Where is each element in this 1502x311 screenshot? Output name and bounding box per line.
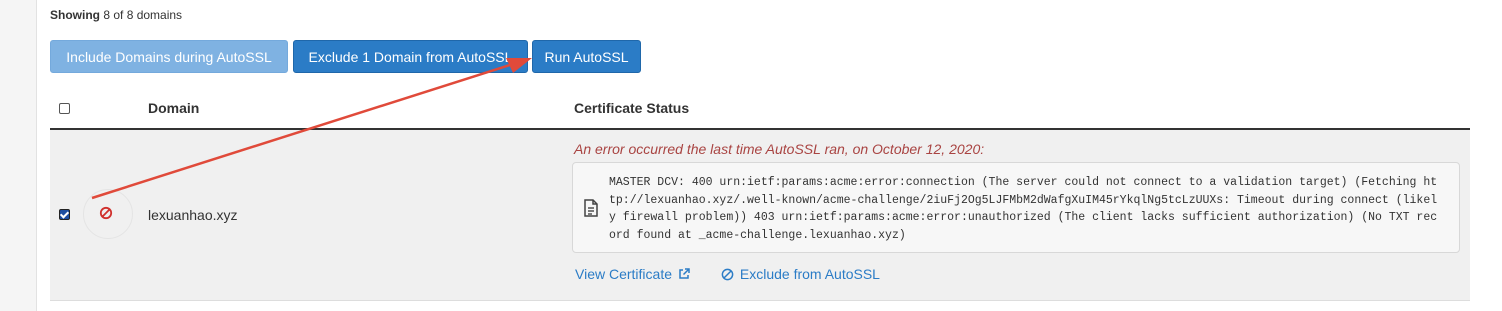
ban-icon (99, 206, 113, 220)
error-message: MASTER DCV: 400 urn:ietf:params:acme:err… (609, 176, 1438, 242)
view-certificate-link[interactable]: View Certificate (575, 266, 690, 282)
select-all-checkbox[interactable] (59, 103, 70, 114)
left-rail (0, 0, 37, 311)
table-row: lexuanhao.xyz An error occurred the last… (50, 130, 1470, 301)
exclude-domain-button[interactable]: Exclude 1 Domain from AutoSSL (293, 40, 528, 73)
domain-name: lexuanhao.xyz (148, 207, 238, 223)
error-title: An error occurred the last time AutoSSL … (574, 141, 985, 157)
run-autossl-button[interactable]: Run AutoSSL (532, 40, 641, 73)
include-domains-button[interactable]: Include Domains during AutoSSL (50, 40, 288, 73)
external-link-icon (679, 268, 690, 279)
ban-icon (721, 268, 734, 281)
showing-text: 8 of 8 domains (103, 8, 183, 22)
showing-prefix: Showing (50, 8, 100, 22)
certificate-status-column-header: Certificate Status (574, 100, 690, 116)
exclude-from-autossl-label: Exclude from AutoSSL (739, 266, 880, 282)
error-message-box: MASTER DCV: 400 urn:ietf:params:acme:err… (572, 162, 1460, 253)
table-header: Domain Certificate Status (50, 92, 1470, 130)
showing-count: Showing 8 of 8 domains (50, 8, 182, 22)
row-checkbox[interactable] (59, 209, 70, 220)
view-certificate-label: View Certificate (575, 266, 673, 282)
exclude-from-autossl-link[interactable]: Exclude from AutoSSL (721, 266, 880, 282)
document-icon (584, 199, 598, 217)
domain-column-header: Domain (148, 100, 200, 116)
